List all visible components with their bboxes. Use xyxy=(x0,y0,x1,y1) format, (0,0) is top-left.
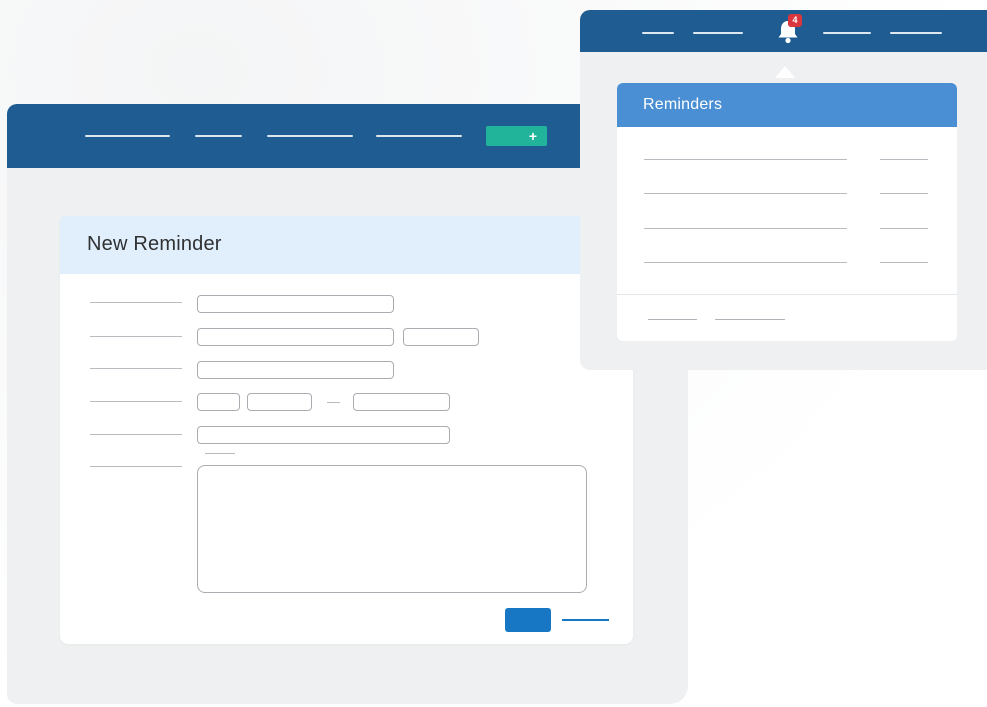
field-label-4 xyxy=(90,401,182,402)
reminders-divider xyxy=(617,294,957,295)
text-input-2[interactable] xyxy=(197,328,394,346)
add-reminder-button[interactable]: + xyxy=(486,126,547,146)
text-input-3[interactable] xyxy=(197,361,394,379)
form-header: New Reminder xyxy=(60,216,633,274)
date-separator xyxy=(327,402,340,403)
reminders-top-bar: 4 xyxy=(580,10,987,52)
text-input-2b[interactable] xyxy=(403,328,479,346)
nav-item-a[interactable] xyxy=(642,32,674,34)
date-time-input[interactable] xyxy=(353,393,450,411)
reminder-date-2 xyxy=(880,193,928,194)
reminder-item-4[interactable] xyxy=(644,262,847,263)
reminder-date-1 xyxy=(880,159,928,160)
nav-item-b[interactable] xyxy=(693,32,743,34)
plus-icon: + xyxy=(528,128,537,144)
reminder-item-2[interactable] xyxy=(644,193,847,194)
date-day-input[interactable] xyxy=(197,393,240,411)
reminders-panel: Reminders xyxy=(617,83,957,341)
field-label-6 xyxy=(90,466,182,467)
reminder-item-3[interactable] xyxy=(644,228,847,229)
nav-item-3[interactable] xyxy=(267,135,353,137)
reminders-header: Reminders xyxy=(617,83,957,127)
notification-badge: 4 xyxy=(788,14,802,27)
reminder-date-3 xyxy=(880,228,928,229)
field-label-2 xyxy=(90,336,182,337)
nav-item-c[interactable] xyxy=(823,32,871,34)
nav-item-2[interactable] xyxy=(195,135,242,137)
field-label-1 xyxy=(90,302,182,303)
nav-item-d[interactable] xyxy=(890,32,942,34)
field-label-3 xyxy=(90,368,182,369)
notes-textarea[interactable] xyxy=(197,465,587,593)
save-button[interactable] xyxy=(505,608,551,632)
text-input-1[interactable] xyxy=(197,295,394,313)
reminder-date-4 xyxy=(880,262,928,263)
nav-item-4[interactable] xyxy=(376,135,462,137)
form-title: New Reminder xyxy=(87,233,222,255)
field-label-5 xyxy=(90,434,182,435)
reminders-footer-link-1[interactable] xyxy=(648,319,697,320)
reminders-title: Reminders xyxy=(643,96,723,113)
reminder-item-1[interactable] xyxy=(644,159,847,160)
dropdown-caret xyxy=(775,66,795,78)
new-reminder-form: New Reminder xyxy=(60,216,633,644)
date-month-input[interactable] xyxy=(247,393,312,411)
text-input-5[interactable] xyxy=(197,426,450,444)
field-hint xyxy=(205,453,235,454)
nav-item-1[interactable] xyxy=(85,135,170,137)
reminders-footer-link-2[interactable] xyxy=(715,319,785,320)
reminders-window: 4 Reminders xyxy=(580,10,987,370)
cancel-link[interactable] xyxy=(562,619,609,621)
